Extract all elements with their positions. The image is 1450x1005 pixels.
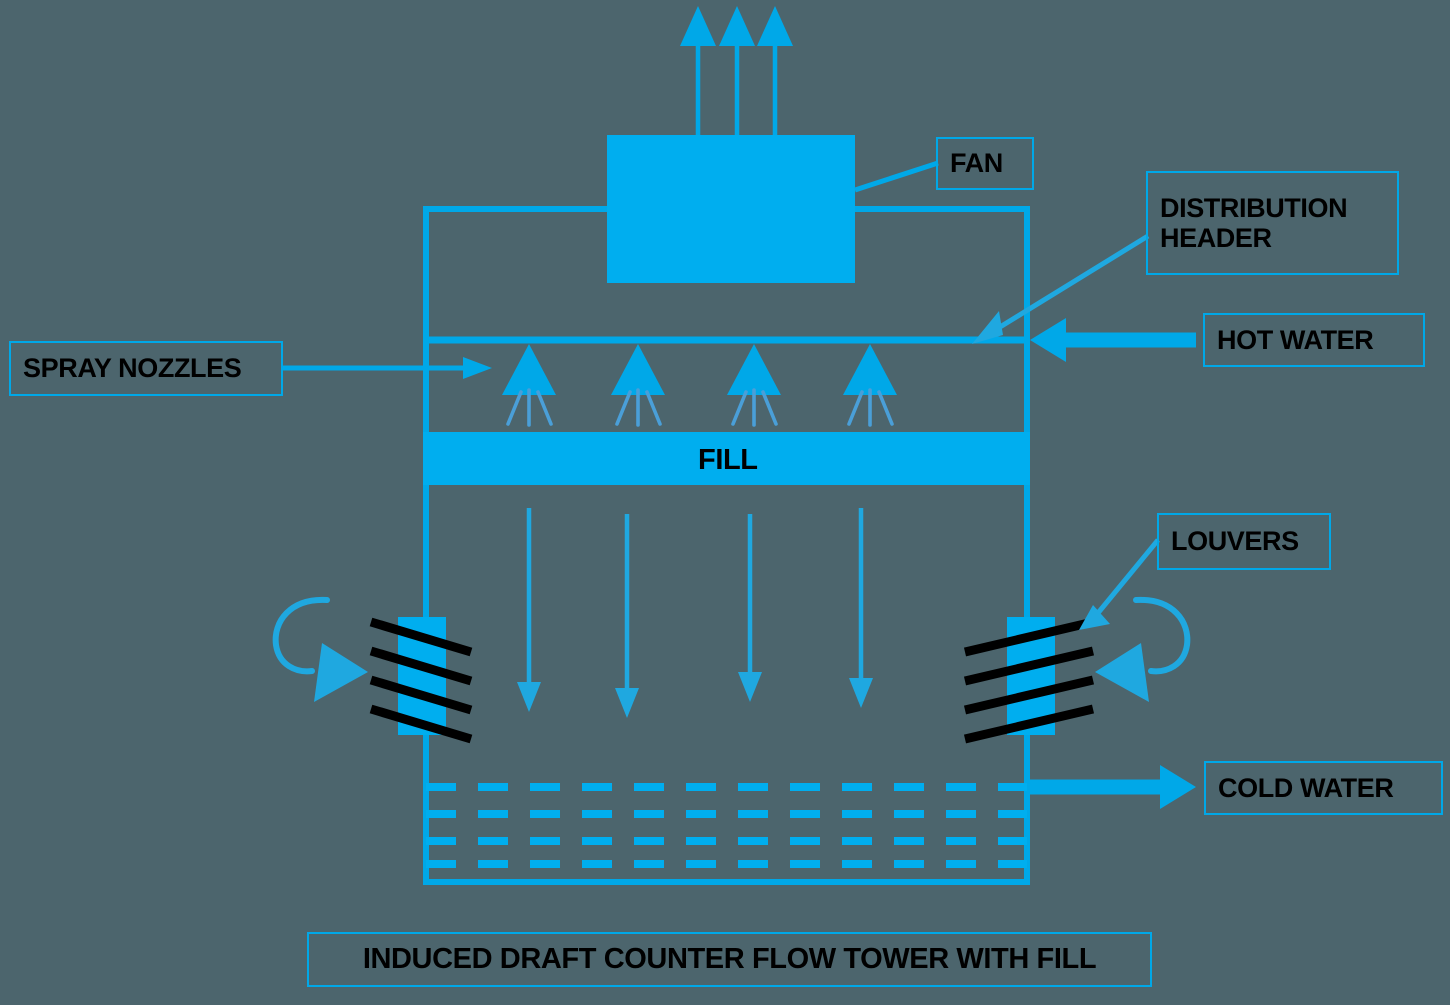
callout-fan[interactable]: FAN — [936, 137, 1034, 190]
water-flow-arrow — [615, 514, 639, 718]
spray-nozzle — [502, 344, 556, 427]
basin-water — [426, 783, 1027, 868]
callout-louvers[interactable]: LOUVERS — [1157, 513, 1331, 570]
air-intake-arrow-right — [1095, 596, 1191, 702]
callout-distribution-header-label-line1: DISTRIBUTION — [1160, 192, 1348, 223]
callout-spray-nozzles[interactable]: SPRAY NOZZLES — [9, 341, 283, 396]
water-flow-arrow — [849, 508, 873, 708]
cold-water-arrow — [1030, 765, 1196, 809]
diagram-caption-label: INDUCED DRAFT COUNTER FLOW TOWER WITH FI… — [362, 943, 1097, 976]
diagram-canvas: FAN DISTRIBUTION HEADER HOT WATER SPRAY … — [0, 0, 1450, 1005]
louver-right — [963, 617, 1095, 744]
tower-shell — [423, 206, 1030, 885]
spray-nozzles-leader-line — [282, 357, 492, 379]
callout-spray-nozzles-label: SPRAY NOZZLES — [23, 353, 242, 384]
callout-distribution-header[interactable]: DISTRIBUTION HEADER — [1146, 171, 1399, 275]
callout-louvers-label: LOUVERS — [1171, 526, 1299, 557]
hot-water-arrow — [1030, 318, 1196, 362]
louver-left — [369, 617, 473, 744]
callout-cold-water-label: COLD WATER — [1218, 772, 1394, 803]
water-flow-arrow — [517, 508, 541, 712]
air-intake-arrow-left — [272, 596, 368, 702]
spray-nozzle — [727, 344, 781, 427]
water-flow-arrow — [738, 514, 762, 702]
fill-band-label: FILL — [698, 444, 758, 476]
spray-nozzle — [843, 344, 897, 427]
callout-hot-water[interactable]: HOT WATER — [1203, 313, 1425, 367]
spray-nozzle-group — [502, 344, 897, 427]
callout-cold-water[interactable]: COLD WATER — [1204, 761, 1443, 815]
fan-leader-line — [854, 160, 939, 193]
louvers-leader-line — [1079, 538, 1160, 630]
spray-nozzle — [611, 344, 665, 427]
callout-fan-label: FAN — [950, 148, 1003, 179]
fan-block — [607, 135, 855, 283]
callout-hot-water-label: HOT WATER — [1217, 324, 1374, 355]
cooling-tower-diagram — [272, 6, 1196, 885]
water-flow-arrow-group — [517, 508, 873, 718]
callout-diagram-caption: INDUCED DRAFT COUNTER FLOW TOWER WITH FI… — [307, 932, 1152, 987]
callout-distribution-header-label-line2: HEADER — [1160, 223, 1272, 253]
